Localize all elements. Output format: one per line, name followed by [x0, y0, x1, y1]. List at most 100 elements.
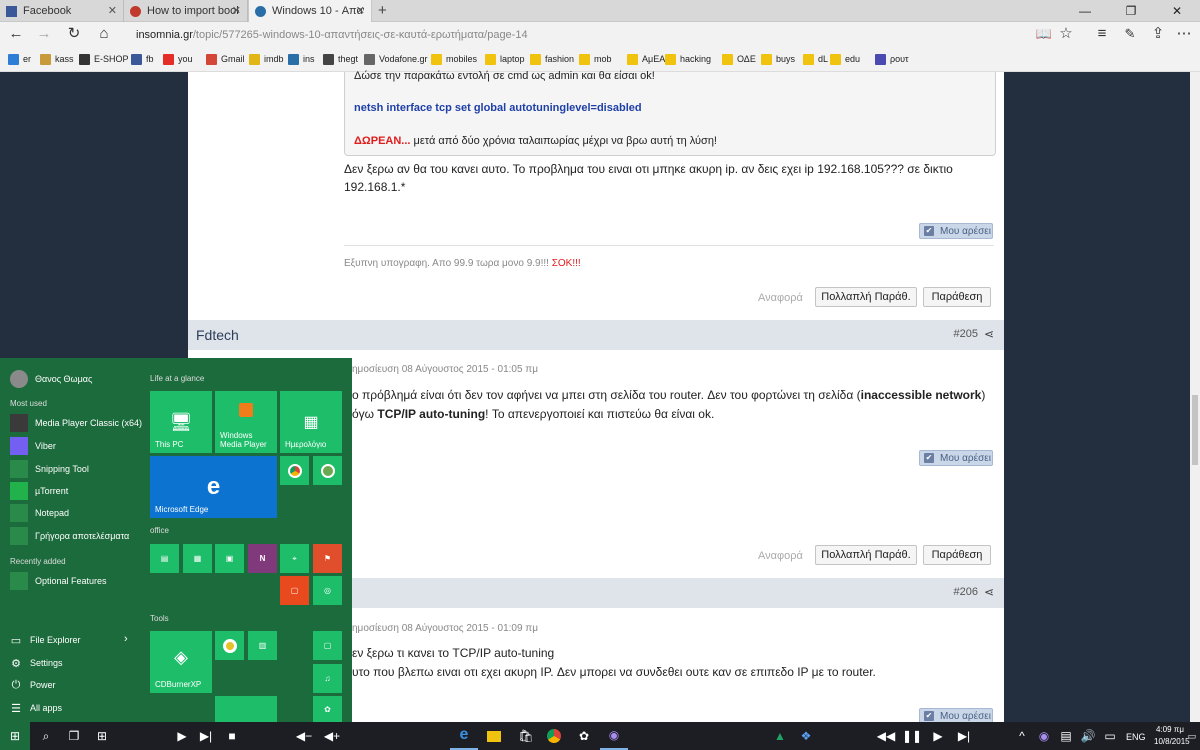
tile-app[interactable]: ▢	[313, 631, 342, 660]
favorite-star-icon[interactable]: ☆	[1054, 24, 1078, 44]
scrollbar-thumb[interactable]	[1192, 395, 1198, 465]
app-taskbar-icon[interactable]: ✿	[570, 722, 598, 750]
most-used-item[interactable]: µTorrent	[10, 481, 146, 501]
tab-windows10[interactable]: Windows 10 - Απαντήσει ✕	[248, 0, 372, 22]
tile-pdf[interactable]: ⌖	[280, 544, 309, 573]
close-tab-icon[interactable]: ✕	[108, 4, 117, 17]
close-tab-icon[interactable]: ✕	[356, 4, 365, 17]
address-bar[interactable]: insomnia.gr/topic/577265-windows-10-απαν…	[136, 27, 816, 43]
power-item[interactable]: ⏻ Power	[10, 675, 140, 695]
tile-app[interactable]: ◎	[313, 576, 342, 605]
most-used-item[interactable]: Notepad	[10, 503, 146, 523]
quote-button[interactable]: Παράθεση	[923, 287, 991, 307]
report-link[interactable]: Αναφορά	[758, 292, 803, 304]
bookmark-3[interactable]: fb	[131, 52, 154, 66]
skip-icon[interactable]: ▶|	[950, 722, 978, 750]
bookmark-11[interactable]: laptop	[485, 52, 525, 66]
bookmark-16[interactable]: ΟΔΕ	[722, 52, 756, 66]
bookmark-17[interactable]: buys	[761, 52, 795, 66]
user-name[interactable]: Θανος Θωμας	[35, 374, 92, 384]
chrome-taskbar-icon[interactable]	[540, 722, 568, 750]
tile-app[interactable]: ✿	[313, 696, 342, 722]
close-tab-icon[interactable]: ✕	[232, 4, 241, 17]
next-icon[interactable]: ▶|	[192, 722, 220, 750]
maximize-button[interactable]: ❐	[1108, 0, 1154, 22]
tile-windows-media-player[interactable]: Windows Media Player	[215, 391, 277, 453]
minimize-button[interactable]: —	[1062, 0, 1108, 22]
bookmark-14[interactable]: ΑμΕΑ	[627, 52, 665, 66]
tile-onenote[interactable]: N	[248, 544, 277, 573]
bookmark-0[interactable]: er	[8, 52, 31, 66]
multi-quote-button[interactable]: Πολλαπλή Παράθ.	[815, 287, 917, 307]
tile-acrobat[interactable]: ⚑	[313, 544, 342, 573]
share-icon[interactable]: ⋖	[984, 327, 994, 341]
tab-facebook[interactable]: Facebook ✕	[0, 0, 124, 22]
bookmark-19[interactable]: edu	[830, 52, 860, 66]
dropbox-icon[interactable]: ❖	[792, 722, 820, 750]
bookmark-2[interactable]: E-SHOP	[79, 52, 129, 66]
reading-view-icon[interactable]: 📖	[1032, 24, 1056, 44]
avatar[interactable]	[10, 370, 28, 388]
bookmark-12[interactable]: fashion	[530, 52, 574, 66]
volume-up-icon[interactable]: ◀+	[318, 722, 346, 750]
recently-added-item[interactable]: Optional Features	[10, 571, 146, 591]
search-icon[interactable]: ⌕	[32, 722, 60, 750]
bookmark-6[interactable]: imdb	[249, 52, 284, 66]
tile-powerpoint[interactable]: ▣	[215, 544, 244, 573]
most-used-item[interactable]: Media Player Classic (x64)	[10, 413, 146, 433]
tile-excel[interactable]: ▦	[183, 544, 212, 573]
tile-calendar[interactable]: ▦ Ημερολόγιο	[280, 391, 342, 453]
file-explorer-item[interactable]: ▭ File Explorer	[10, 630, 140, 650]
tile-this-pc[interactable]: 🖥 This PC	[150, 391, 212, 453]
close-window-button[interactable]: ✕	[1154, 0, 1200, 22]
tile-app[interactable]: ♫	[313, 664, 342, 693]
multi-quote-button[interactable]: Πολλαπλή Παράθ.	[815, 545, 917, 565]
most-used-item[interactable]: Snipping Tool	[10, 459, 146, 479]
most-used-item[interactable]: Γρήγορα αποτελέσματα	[10, 526, 146, 546]
settings-item[interactable]: ⚙ Settings	[10, 653, 140, 673]
volume-down-icon[interactable]: ◀−	[290, 722, 318, 750]
tile-word[interactable]: ▤	[150, 544, 179, 573]
bookmark-4[interactable]: you	[163, 52, 193, 66]
clock-time[interactable]: 4:09 πμ	[1156, 725, 1184, 734]
store-icon[interactable]: 🛍	[512, 722, 540, 750]
new-tab-button[interactable]: +	[378, 2, 387, 19]
bookmark-10[interactable]: mobiles	[431, 52, 477, 66]
post-author[interactable]: Fdtech	[196, 327, 239, 343]
language-indicator[interactable]: ENG	[1126, 732, 1146, 742]
post-number[interactable]: #205	[954, 328, 978, 340]
bookmark-1[interactable]: kass	[40, 52, 74, 66]
tile-app[interactable]: ▥	[248, 631, 277, 660]
bookmark-18[interactable]: dL	[803, 52, 828, 66]
tile-app[interactable]	[215, 631, 244, 660]
edge-taskbar-icon[interactable]: e	[450, 722, 478, 750]
refresh-icon[interactable]: ↻	[62, 24, 86, 44]
viber-taskbar-icon[interactable]: ◉	[600, 722, 628, 750]
google-drive-icon[interactable]: ▲	[766, 722, 794, 750]
bookmark-15[interactable]: hacking	[665, 52, 711, 66]
home-icon[interactable]: ⌂	[92, 24, 116, 44]
forward-arrow-icon[interactable]: →	[32, 24, 56, 44]
tile-cdburnerxp[interactable]: ◈ CDBurnerXP	[150, 631, 212, 693]
tile-chrome[interactable]	[280, 456, 309, 485]
all-apps-item[interactable]: ☰ All apps	[10, 698, 140, 718]
bookmark-7[interactable]: ins	[288, 52, 315, 66]
message-icon[interactable]: ▭	[1096, 722, 1124, 750]
post-number[interactable]: #206	[954, 586, 978, 598]
tab-import-bookmarks[interactable]: How to import bookmarks ir ✕	[124, 0, 248, 22]
quote-button[interactable]: Παράθεση	[923, 545, 991, 565]
file-explorer-taskbar-icon[interactable]	[480, 722, 508, 750]
bookmark-5[interactable]: Gmail	[206, 52, 245, 66]
hub-icon[interactable]: ≡	[1090, 24, 1114, 44]
like-button[interactable]: ✔ Μου αρέσει	[919, 450, 993, 466]
back-arrow-icon[interactable]: ←	[4, 24, 28, 44]
report-link[interactable]: Αναφορά	[758, 550, 803, 562]
most-used-item[interactable]: Viber	[10, 436, 146, 456]
bookmark-20[interactable]: ρουτ	[875, 52, 909, 66]
notifications-icon[interactable]: ▭	[1184, 722, 1200, 750]
like-button[interactable]: ✔ Μου αρέσει	[919, 223, 993, 239]
tile-app[interactable]	[313, 456, 342, 485]
more-icon[interactable]: ⋯	[1172, 24, 1196, 44]
bookmark-13[interactable]: mob	[579, 52, 612, 66]
stop-icon[interactable]: ■	[218, 722, 246, 750]
